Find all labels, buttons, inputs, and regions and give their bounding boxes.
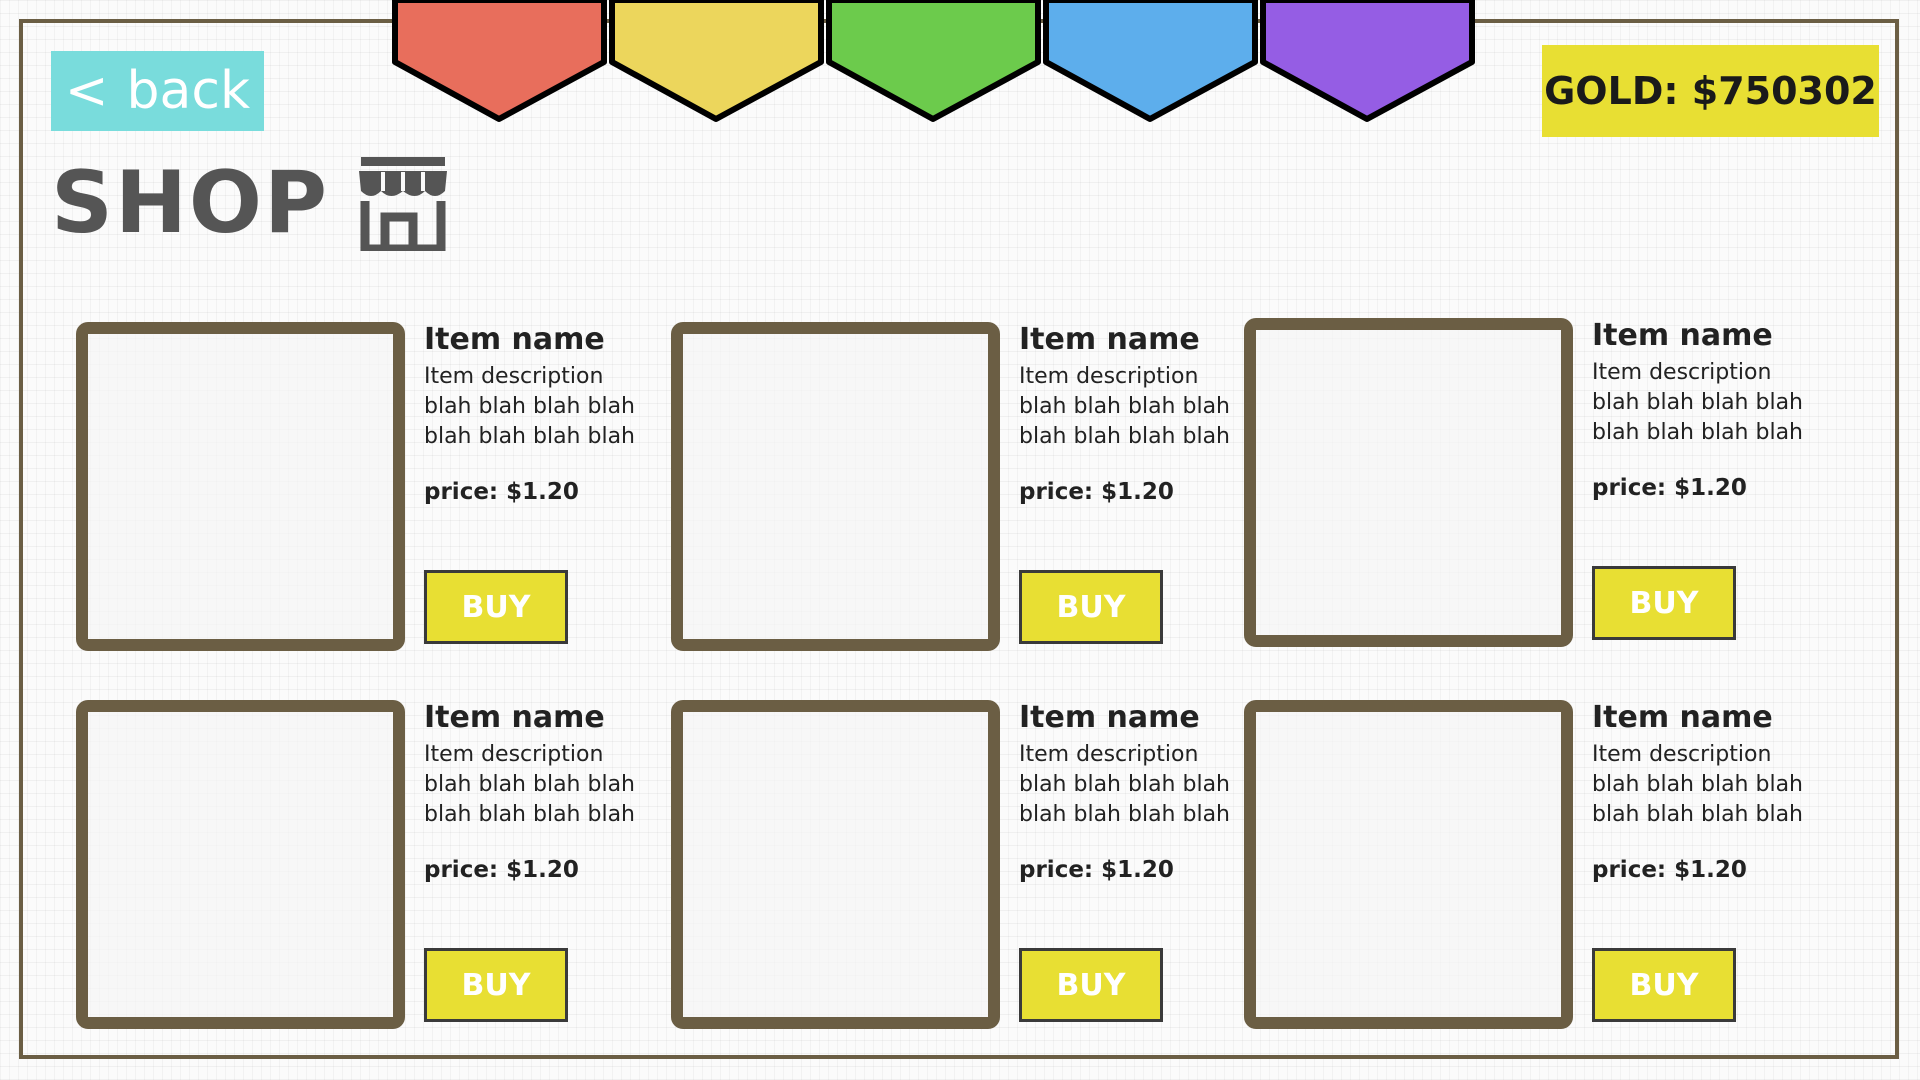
item-description: Item description blah blah blah blah bla… [1019, 740, 1259, 830]
item-desc-line: Item description [1019, 364, 1199, 389]
item-desc-line: blah blah blah blah [1592, 420, 1803, 445]
tab-blue[interactable] [1042, 0, 1259, 124]
item-image [76, 700, 405, 1029]
item-price: price: $1.20 [1019, 479, 1174, 505]
tab-yellow[interactable] [608, 0, 825, 124]
tab-red[interactable] [391, 0, 608, 124]
item-desc-line: blah blah blah blah [1592, 772, 1803, 797]
store-icon [359, 157, 448, 251]
category-tabs [391, 0, 1476, 124]
item-description: Item description blah blah blah blah bla… [1019, 362, 1259, 452]
gold-balance: GOLD: $750302 [1542, 45, 1879, 137]
item-name: Item name [424, 700, 605, 735]
item-name: Item name [424, 322, 605, 357]
item-image [671, 700, 1000, 1029]
item-desc-line: Item description [1592, 742, 1772, 767]
item-description: Item description blah blah blah blah bla… [1592, 358, 1832, 448]
back-button[interactable]: < back [51, 51, 264, 131]
item-description: Item description blah blah blah blah bla… [424, 740, 664, 830]
item-desc-line: blah blah blah blah [424, 394, 635, 419]
back-button-label: back [126, 61, 251, 121]
page-title: SHOP [51, 153, 451, 253]
buy-button[interactable]: BUY [424, 948, 568, 1022]
item-name: Item name [1019, 322, 1200, 357]
chevron-left-icon: < [64, 61, 109, 121]
item-price: price: $1.20 [424, 857, 579, 883]
item-name: Item name [1592, 700, 1773, 735]
item-desc-line: Item description [1592, 360, 1772, 385]
item-image [1244, 318, 1573, 647]
tab-purple[interactable] [1259, 0, 1476, 124]
item-desc-line: Item description [424, 364, 604, 389]
item-desc-line: blah blah blah blah [1019, 424, 1230, 449]
item-desc-line: blah blah blah blah [1019, 394, 1230, 419]
buy-button[interactable]: BUY [1019, 948, 1163, 1022]
item-desc-line: blah blah blah blah [1019, 802, 1230, 827]
item-desc-line: Item description [424, 742, 604, 767]
item-description: Item description blah blah blah blah bla… [424, 362, 664, 452]
item-price: price: $1.20 [1019, 857, 1174, 883]
tab-green[interactable] [825, 0, 1042, 124]
item-desc-line: blah blah blah blah [424, 802, 635, 827]
item-image [76, 322, 405, 651]
item-price: price: $1.20 [1592, 857, 1747, 883]
page-title-text: SHOP [51, 153, 330, 253]
buy-button[interactable]: BUY [1592, 948, 1736, 1022]
item-image [671, 322, 1000, 651]
buy-button[interactable]: BUY [1592, 566, 1736, 640]
item-desc-line: blah blah blah blah [1592, 390, 1803, 415]
item-description: Item description blah blah blah blah bla… [1592, 740, 1832, 830]
item-image [1244, 700, 1573, 1029]
item-desc-line: Item description [1019, 742, 1199, 767]
item-name: Item name [1592, 318, 1773, 353]
item-desc-line: blah blah blah blah [424, 424, 635, 449]
item-name: Item name [1019, 700, 1200, 735]
item-desc-line: blah blah blah blah [1019, 772, 1230, 797]
buy-button[interactable]: BUY [424, 570, 568, 644]
item-price: price: $1.20 [424, 479, 579, 505]
item-desc-line: blah blah blah blah [1592, 802, 1803, 827]
buy-button[interactable]: BUY [1019, 570, 1163, 644]
item-price: price: $1.20 [1592, 475, 1747, 501]
item-desc-line: blah blah blah blah [424, 772, 635, 797]
